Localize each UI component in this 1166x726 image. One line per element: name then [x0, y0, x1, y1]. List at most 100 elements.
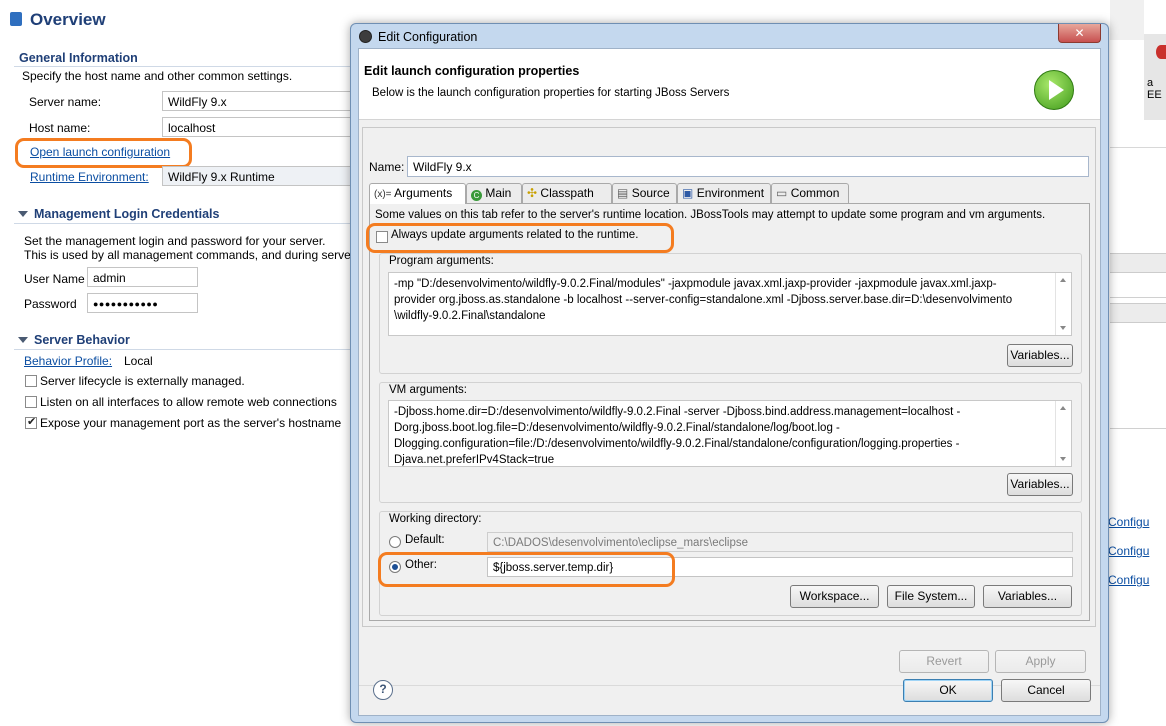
divider	[14, 223, 350, 224]
default-label: Default:	[405, 534, 445, 546]
behavior-profile-link[interactable]: Behavior Profile:	[24, 354, 112, 368]
general-info-description: Specify the host name and other common s…	[22, 69, 293, 83]
source-icon: ▤	[617, 186, 629, 200]
scroll-down-icon	[1060, 326, 1066, 330]
dialog-header	[359, 49, 1100, 120]
close-button[interactable]: ✕	[1058, 24, 1101, 43]
other-label: Other:	[405, 559, 437, 571]
environment-icon: ▣	[682, 186, 694, 200]
right-partial-text: a EE	[1147, 77, 1162, 101]
common-icon: ▭	[776, 186, 788, 200]
password-label: Password	[24, 297, 77, 311]
file-system-button[interactable]: File System...	[887, 585, 975, 608]
scrollbar[interactable]	[1055, 273, 1071, 335]
tab-classpath[interactable]: ✣ Classpath	[522, 183, 612, 203]
listen-all-checkbox[interactable]	[25, 396, 37, 408]
vm-variables-button[interactable]: Variables...	[1007, 473, 1073, 496]
dialog-title: Edit Configuration	[378, 30, 478, 44]
right-separator	[1110, 253, 1166, 273]
apply-button[interactable]: Apply	[995, 650, 1086, 673]
dialog-body: Edit launch configuration properties Bel…	[358, 48, 1101, 716]
page-title: Overview	[30, 10, 106, 29]
ok-button[interactable]: OK	[903, 679, 993, 702]
lifecycle-checkbox[interactable]	[25, 375, 37, 387]
tab-arguments[interactable]: (x)= Arguments	[369, 183, 466, 204]
scrollbar[interactable]	[1055, 401, 1071, 466]
other-dir-field[interactable]: ${jboss.server.temp.dir}	[487, 557, 1073, 577]
configure-link-3[interactable]: Configu	[1108, 573, 1149, 587]
scroll-up-icon	[1060, 278, 1066, 282]
expose-port-label: Expose your management port as the serve…	[40, 416, 342, 430]
directory-variables-button[interactable]: Variables...	[983, 585, 1072, 608]
lifecycle-label: Server lifecycle is externally managed.	[40, 374, 245, 388]
right-separator	[1110, 428, 1166, 429]
right-separator	[1110, 147, 1166, 148]
vm-arguments-label: VM arguments:	[389, 384, 467, 396]
scroll-up-icon	[1060, 406, 1066, 410]
help-icon[interactable]: ?	[373, 680, 393, 700]
program-arguments-textarea[interactable]: -mp "D:/desenvolvimento/wildfly-9.0.2.Fi…	[388, 272, 1072, 336]
right-close-icon[interactable]	[1156, 45, 1166, 59]
configure-link-2[interactable]: Configu	[1108, 544, 1149, 558]
always-update-label: Always update arguments related to the r…	[391, 229, 639, 241]
name-label: Name:	[369, 160, 405, 174]
server-name-field[interactable]: WildFly 9.x	[162, 91, 352, 111]
header-title: Edit launch configuration properties	[364, 64, 580, 78]
host-name-label: Host name:	[29, 121, 91, 135]
cancel-button[interactable]: Cancel	[1001, 679, 1091, 702]
edit-configuration-dialog: Edit Configuration ✕ Edit launch configu…	[350, 23, 1109, 723]
expose-port-checkbox[interactable]: ✔	[25, 416, 37, 429]
server-behavior-heading: Server Behavior	[34, 333, 130, 347]
tab-common[interactable]: ▭ Common	[771, 183, 849, 203]
divider	[14, 66, 350, 67]
tab-strip: (x)= Arguments C Main ✣ Classpath ▤ Sour…	[369, 183, 1090, 204]
behavior-profile-value: Local	[124, 354, 153, 368]
runtime-environment-select[interactable]: WildFly 9.x Runtime	[162, 166, 352, 186]
right-pane-top	[1110, 0, 1144, 40]
runtime-environment-link[interactable]: Runtime Environment:	[30, 170, 149, 184]
program-variables-button[interactable]: Variables...	[1007, 344, 1073, 367]
header-subtitle: Below is the launch configuration proper…	[372, 87, 730, 99]
dialog-app-icon	[359, 30, 372, 43]
radio-dot-icon	[392, 564, 398, 570]
management-desc-2: This is used by all management commands,…	[24, 248, 355, 262]
scroll-down-icon	[1060, 457, 1066, 461]
revert-button[interactable]: Revert	[899, 650, 989, 673]
management-desc-1: Set the management login and password fo…	[24, 234, 326, 248]
close-icon: ✕	[1074, 26, 1085, 40]
right-separator	[1110, 297, 1166, 298]
tab-main[interactable]: C Main	[466, 183, 522, 203]
right-separator	[1110, 303, 1166, 323]
divider	[14, 349, 350, 350]
user-name-label: User Name	[24, 272, 85, 286]
collapse-toggle-icon[interactable]	[18, 211, 28, 217]
vm-arguments-textarea[interactable]: -Djboss.home.dir=D:/desenvolvimento/wild…	[388, 400, 1072, 467]
checkmark-icon: ✔	[27, 416, 37, 428]
main-icon: C	[471, 190, 482, 201]
host-name-field[interactable]: localhost	[162, 117, 352, 137]
tab-source[interactable]: ▤ Source	[612, 183, 677, 203]
user-name-field[interactable]: admin	[87, 267, 198, 287]
overview-icon	[10, 12, 22, 26]
classpath-icon: ✣	[527, 186, 538, 200]
workspace-button[interactable]: Workspace...	[790, 585, 879, 608]
configure-link-1[interactable]: Configu	[1108, 515, 1149, 529]
working-directory-label: Working directory:	[389, 513, 482, 525]
program-arguments-label: Program arguments:	[389, 255, 494, 267]
management-heading: Management Login Credentials	[34, 207, 220, 221]
always-update-checkbox[interactable]	[376, 231, 388, 243]
collapse-toggle-icon[interactable]	[18, 337, 28, 343]
default-dir-field: C:\DADOS\desenvolvimento\eclipse_mars\ec…	[487, 532, 1073, 552]
name-field[interactable]: WildFly 9.x	[407, 156, 1089, 177]
other-radio[interactable]	[389, 561, 401, 573]
open-launch-configuration-link[interactable]: Open launch configuration	[30, 145, 170, 159]
arguments-icon: (x)=	[374, 189, 392, 200]
general-info-heading: General Information	[19, 51, 138, 65]
listen-all-label: Listen on all interfaces to allow remote…	[40, 395, 337, 409]
runtime-notice: Some values on this tab refer to the ser…	[375, 209, 1046, 221]
default-radio[interactable]	[389, 536, 401, 548]
server-name-label: Server name:	[29, 95, 102, 109]
password-field[interactable]: ●●●●●●●●●●●	[87, 293, 198, 313]
tab-environment[interactable]: ▣ Environment	[677, 183, 771, 203]
run-icon	[1034, 70, 1074, 110]
